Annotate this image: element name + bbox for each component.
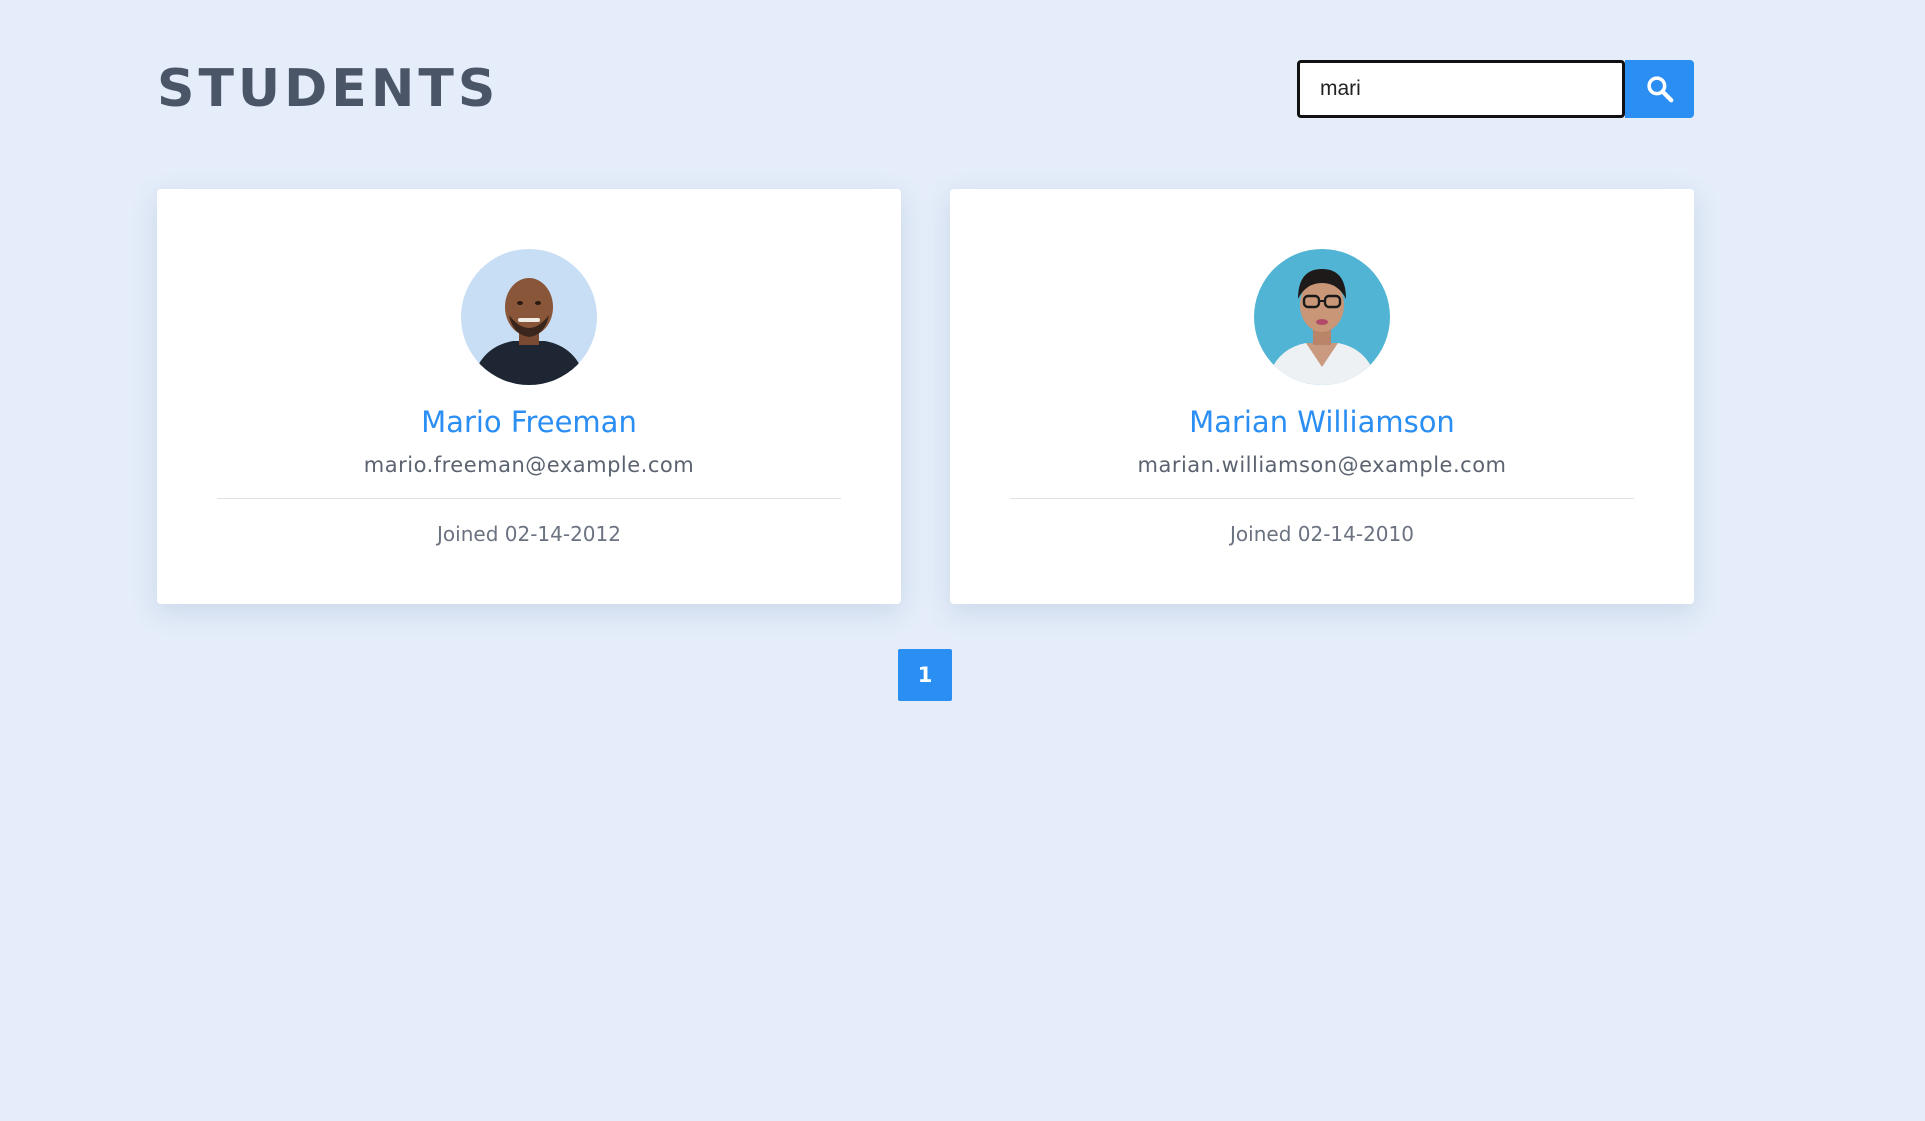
student-name[interactable]: Marian Williamson xyxy=(950,405,1694,439)
search-input[interactable] xyxy=(1297,60,1625,118)
divider xyxy=(1010,498,1634,499)
students-page: STUDENTS mari Mario Freeman mario.freema… xyxy=(0,0,1925,1121)
student-name[interactable]: Mario Freeman xyxy=(157,405,901,439)
student-email: mario.freeman@example.com xyxy=(363,453,695,477)
student-card[interactable]: Marian Williamson marian.williamson@exam… xyxy=(950,189,1694,604)
pagination: 1 xyxy=(898,649,952,701)
page-button-1[interactable]: 1 xyxy=(898,649,952,701)
avatar xyxy=(461,249,597,385)
avatar xyxy=(1254,249,1390,385)
page-title: STUDENTS xyxy=(157,59,500,119)
search-icon xyxy=(1645,74,1675,104)
header: STUDENTS xyxy=(157,60,1694,118)
joined-date: Joined 02-14-2010 xyxy=(1230,522,1414,546)
student-cards: Mario Freeman mario.freeman@example.com … xyxy=(157,189,1694,604)
student-email: marian.williamson@example.com xyxy=(1137,453,1507,477)
search-button[interactable] xyxy=(1625,60,1694,118)
search-bar xyxy=(1297,60,1694,118)
divider xyxy=(217,498,841,499)
student-card[interactable]: Mario Freeman mario.freeman@example.com … xyxy=(157,189,901,604)
joined-date: Joined 02-14-2012 xyxy=(437,522,621,546)
